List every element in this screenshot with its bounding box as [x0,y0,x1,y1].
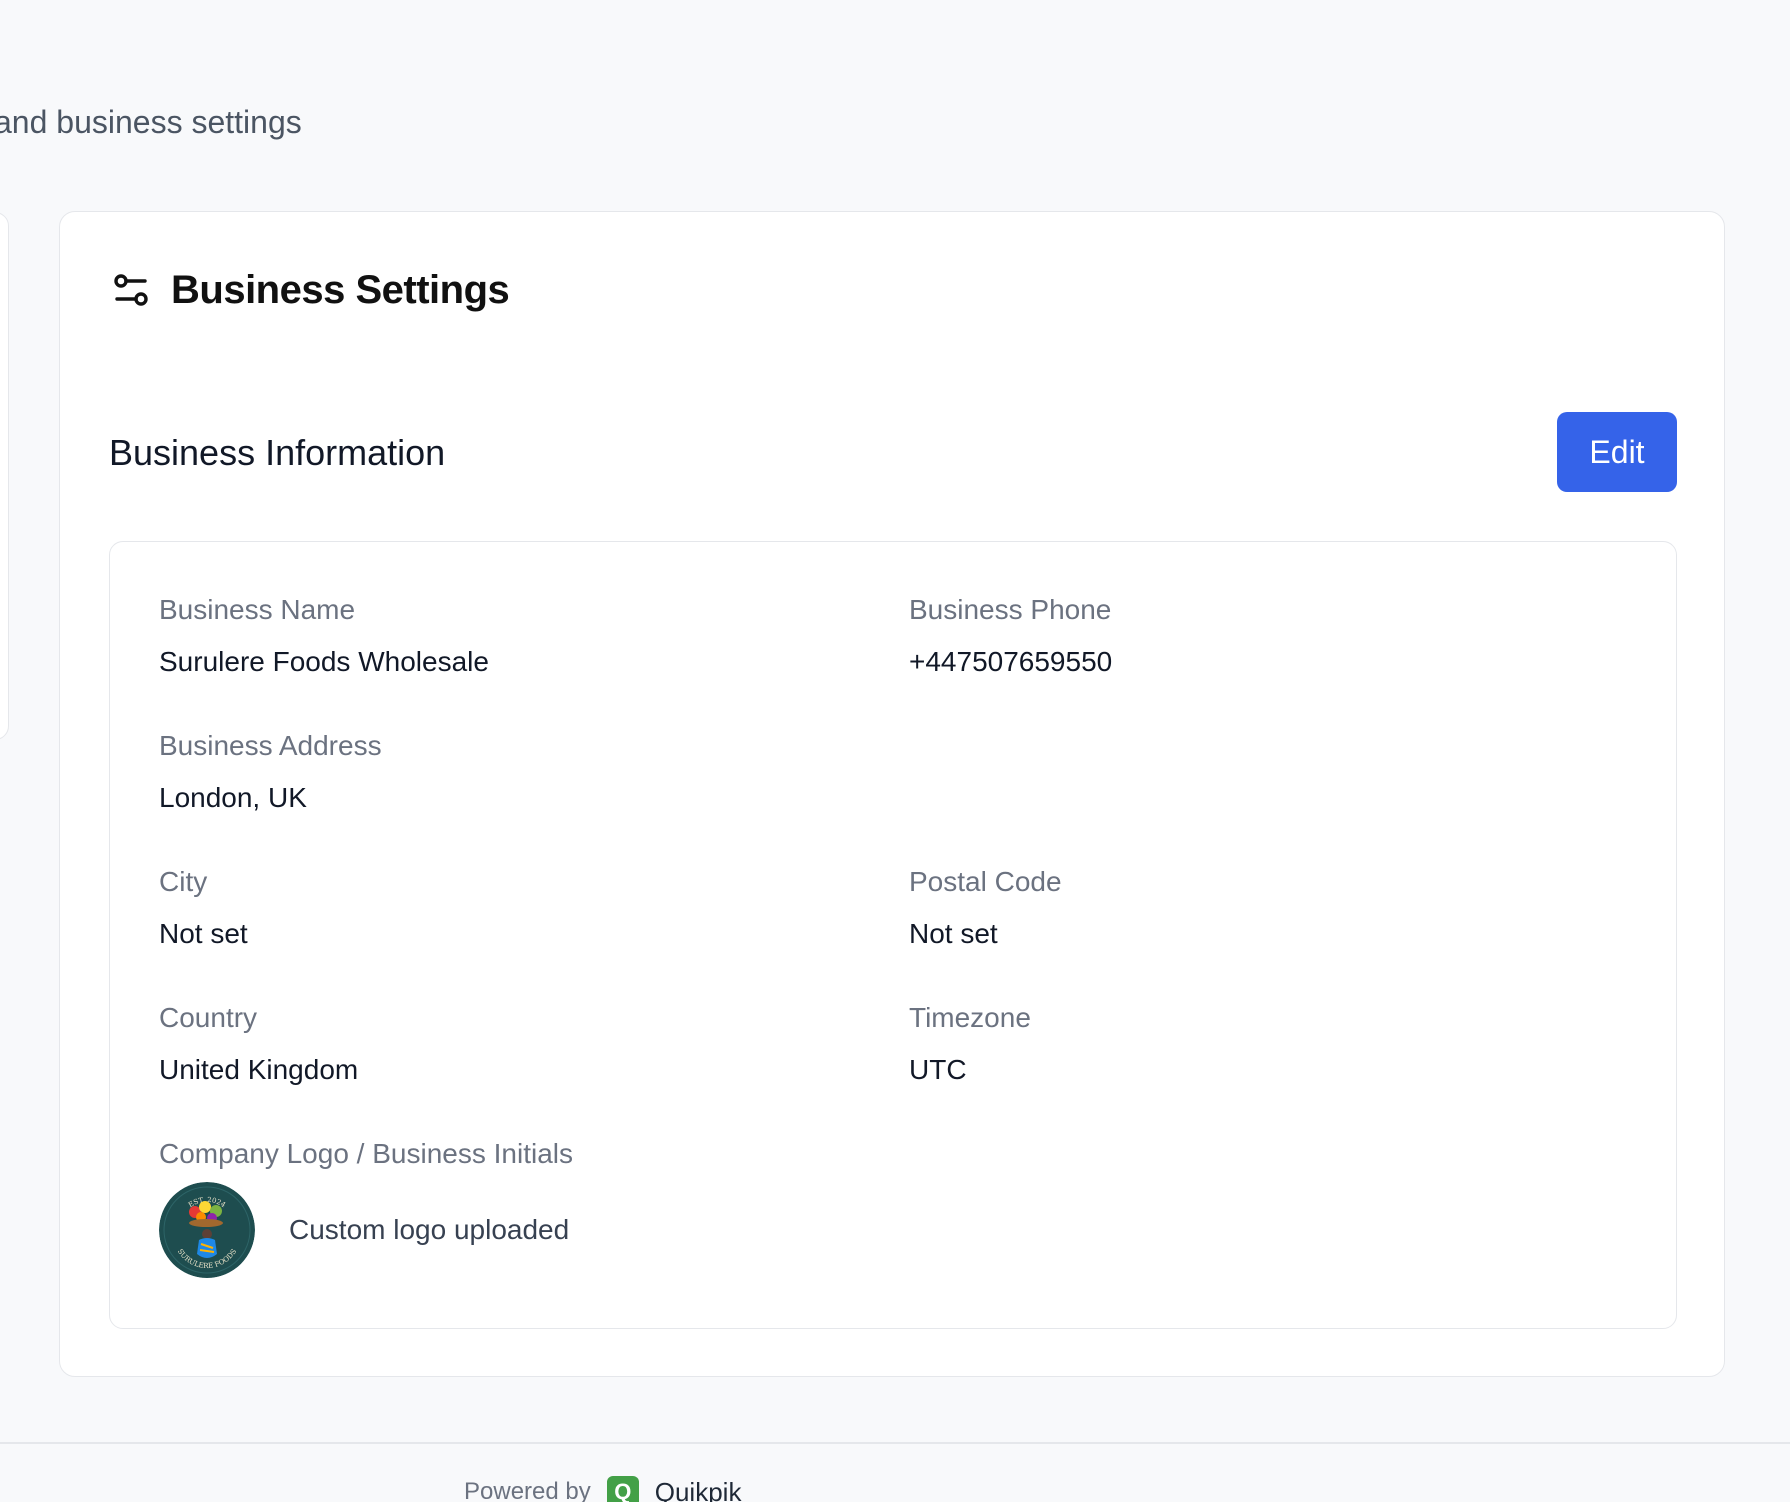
business-settings-card: Business Settings Business Information E… [59,211,1725,1377]
logo-status: Custom logo uploaded [289,1214,570,1245]
page: and business settings Business Settings … [0,0,1790,1502]
field-label: Business Address [159,730,382,761]
footer: Powered by Q Quikpik [464,1476,741,1502]
company-logo: EST. 2024 SURULERE FOODS [159,1182,255,1278]
field-business-phone: Business Phone +447507659550 [909,594,1112,678]
field-value: UTC [909,1054,967,1085]
card-header: Business Settings [111,268,510,313]
field-value: +447507659550 [909,646,1113,677]
field-business-address: Business Address London, UK [159,730,382,814]
settings-sliders-icon [114,273,148,306]
field-postal-code: Postal Code Not set [909,866,1062,950]
page-subtitle: and business settings [0,104,302,140]
field-value: Not set [159,918,248,949]
field-timezone: Timezone UTC [909,1002,1031,1086]
field-value: London, UK [159,782,307,813]
footer-divider [0,1442,1790,1444]
quikpik-logo-icon: Q [606,1476,639,1502]
field-label: Country [159,1002,258,1033]
field-business-name: Business Name Surulere Foods Wholesale [159,594,489,678]
left-panel [0,212,9,740]
brand-name[interactable]: Quikpik [655,1477,742,1502]
field-city: City Not set [159,866,248,950]
field-label: Company Logo / Business Initials [159,1138,573,1169]
field-label: Business Name [159,594,356,625]
field-label: City [159,866,208,897]
field-value: Not set [909,918,998,949]
field-label: Business Phone [909,594,1112,625]
field-label: Timezone [909,1002,1031,1033]
field-country: Country United Kingdom [159,1002,358,1086]
field-value: Surulere Foods Wholesale [159,646,489,677]
logo-row: EST. 2024 SURULERE FOODS Custom logo upl… [159,1182,569,1278]
field-company-logo: Company Logo / Business Initials [159,1138,573,1170]
section-title: Business Information [109,432,446,473]
business-info-panel: Business Name Surulere Foods Wholesale B… [109,541,1677,1329]
edit-button[interactable]: Edit [1557,412,1677,492]
card-title: Business Settings [171,268,510,312]
field-label: Postal Code [909,866,1062,897]
field-value: United Kingdom [159,1054,359,1085]
powered-by-label: Powered by [464,1478,591,1502]
